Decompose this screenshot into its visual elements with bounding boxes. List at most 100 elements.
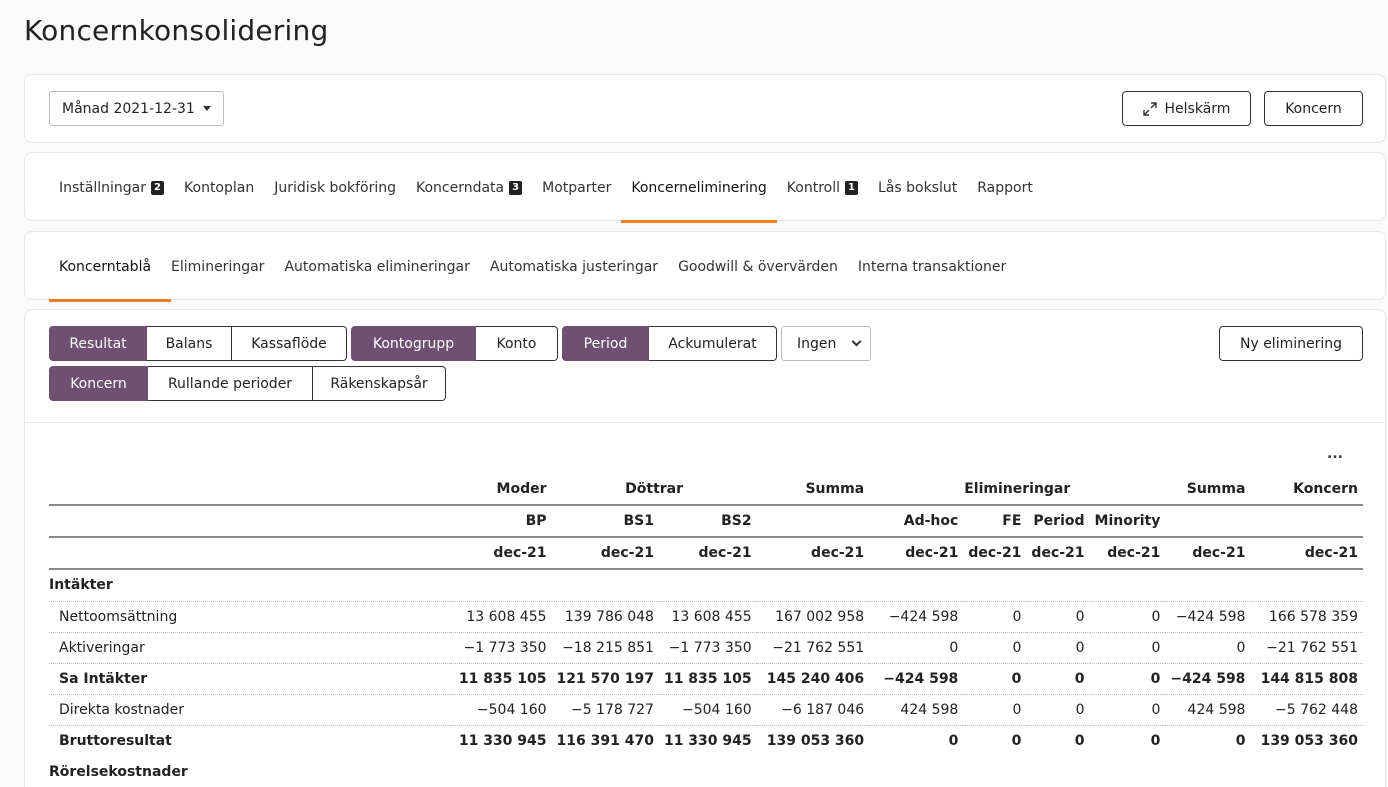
value-cell: 166 578 359 bbox=[1250, 600, 1363, 632]
value-cell: 0 bbox=[869, 724, 964, 756]
tab-kontoplan[interactable]: Kontoplan bbox=[174, 153, 264, 222]
value-cell: 0 bbox=[1026, 724, 1090, 756]
subtab-label: Elimineringar bbox=[171, 258, 265, 275]
column-header: dec-21 bbox=[449, 537, 552, 570]
value-cell: −5 762 448 bbox=[1250, 693, 1363, 725]
column-header bbox=[756, 505, 870, 538]
tab-motparter[interactable]: Motparter bbox=[532, 153, 621, 222]
value-cell: 0 bbox=[1026, 662, 1090, 694]
report-type-group: Resultat Balans Kassaflöde bbox=[49, 326, 347, 361]
tab-lås-bokslut[interactable]: Lås bokslut bbox=[868, 153, 967, 222]
scope-rullande-perioder[interactable]: Rullande perioder bbox=[148, 366, 313, 401]
new-elimination-button[interactable]: Ny eliminering bbox=[1219, 326, 1363, 361]
tab-label: Kontoplan bbox=[184, 179, 255, 196]
column-header: Döttrar bbox=[551, 473, 757, 506]
tab-koncerndata[interactable]: Koncerndata 3 bbox=[406, 153, 532, 222]
subtab-interna-transaktioner[interactable]: Interna transaktioner bbox=[848, 232, 1016, 301]
column-header: BP bbox=[449, 505, 552, 538]
value-cell: 116 391 470 bbox=[551, 724, 659, 756]
value-cell: 0 bbox=[1026, 600, 1090, 632]
caret-down-icon bbox=[202, 106, 211, 111]
row-label: Direkta kostnader bbox=[49, 693, 450, 725]
column-header: Elimineringar bbox=[869, 473, 1166, 506]
subtab-goodwill-övervärden[interactable]: Goodwill & övervärden bbox=[668, 232, 848, 301]
value-cell: 13 608 455 bbox=[449, 600, 552, 632]
value-cell: 121 570 197 bbox=[551, 662, 659, 694]
tab-label: Kontroll bbox=[786, 179, 840, 196]
value-cell: 13 608 455 bbox=[658, 600, 757, 632]
subtab-automatiska-justeringar[interactable]: Automatiska justeringar bbox=[480, 232, 668, 301]
value-cell: −424 598 bbox=[869, 662, 964, 694]
count-badge: 3 bbox=[509, 180, 523, 195]
value-cell: 0 bbox=[963, 693, 1027, 725]
subtab-label: Interna transaktioner bbox=[857, 258, 1007, 275]
value-cell: 0 bbox=[869, 631, 964, 663]
tab-rapport[interactable]: Rapport bbox=[967, 153, 1043, 222]
value-cell: 11 835 105 bbox=[449, 662, 552, 694]
column-header: dec-21 bbox=[756, 537, 870, 570]
column-header: dec-21 bbox=[658, 537, 757, 570]
comparison-select-value: Ingen bbox=[797, 335, 837, 352]
column-header bbox=[1250, 505, 1363, 538]
value-cell: 0 bbox=[963, 724, 1027, 756]
comparison-select[interactable]: Ingen bbox=[781, 326, 871, 361]
column-header: Koncern bbox=[1250, 473, 1363, 506]
tab-koncerneliminering[interactable]: Koncerneliminering bbox=[621, 153, 778, 223]
report-type-kassaflode[interactable]: Kassaflöde bbox=[232, 326, 347, 361]
value-cell: −18 215 851 bbox=[551, 631, 659, 663]
table-row[interactable]: Direkta kostnader −504 160 −5 178 727 −504 … bbox=[49, 693, 1363, 725]
table-row[interactable]: Aktiveringar −1 773 350 −18 215 851 −1 773 … bbox=[49, 631, 1363, 663]
grouping-konto[interactable]: Konto bbox=[476, 326, 558, 361]
value-cell: 11 835 105 bbox=[658, 662, 757, 694]
koncern-button[interactable]: Koncern bbox=[1264, 91, 1363, 126]
scope-group: Koncern Rullande perioder Räkenskapsår bbox=[49, 366, 446, 401]
fullscreen-button[interactable]: Helskärm bbox=[1122, 91, 1251, 126]
tab-juridisk-bokföring[interactable]: Juridisk bokföring bbox=[264, 153, 406, 222]
period-mode-ackumulerat[interactable]: Ackumulerat bbox=[649, 326, 777, 361]
subtab-elimineringar[interactable]: Elimineringar bbox=[161, 232, 274, 301]
tab-label: Lås bokslut bbox=[878, 179, 958, 196]
report-type-balans[interactable]: Balans bbox=[147, 326, 232, 361]
tab-inställningar[interactable]: Inställningar 2 bbox=[59, 153, 174, 222]
count-badge: 1 bbox=[845, 180, 858, 195]
page-title: Koncernkonsolidering bbox=[24, 14, 329, 47]
fullscreen-label: Helskärm bbox=[1164, 100, 1231, 117]
more-options-icon[interactable]: ... bbox=[1327, 446, 1343, 462]
value-cell: 0 bbox=[1089, 662, 1166, 694]
subtab-automatiska-elimineringar[interactable]: Automatiska elimineringar bbox=[274, 232, 479, 301]
scope-koncern[interactable]: Koncern bbox=[49, 366, 148, 401]
value-cell: 11 330 945 bbox=[658, 724, 757, 756]
scope-rakenskapsar[interactable]: Räkenskapsår bbox=[313, 366, 446, 401]
column-header: BS1 bbox=[551, 505, 659, 538]
table-row[interactable]: Nettoomsättning 13 608 455 139 786 048 13 6… bbox=[49, 600, 1363, 632]
period-select[interactable]: Månad 2021-12-31 bbox=[49, 91, 224, 126]
tab-label: Motparter bbox=[542, 179, 612, 196]
tab-label: Juridisk bokföring bbox=[274, 179, 396, 196]
value-cell: −21 762 551 bbox=[756, 631, 870, 663]
column-header: dec-21 bbox=[1026, 537, 1090, 570]
column-header: FE bbox=[963, 505, 1027, 538]
value-cell: 0 bbox=[963, 662, 1027, 694]
value-cell: −424 598 bbox=[1165, 662, 1251, 694]
value-cell: 424 598 bbox=[1165, 693, 1251, 725]
value-cell: −1 773 350 bbox=[449, 631, 552, 663]
column-header: dec-21 bbox=[963, 537, 1027, 570]
period-mode-period[interactable]: Period bbox=[562, 326, 649, 361]
value-cell: 0 bbox=[1026, 693, 1090, 725]
column-header: dec-21 bbox=[1165, 537, 1251, 570]
value-cell: 0 bbox=[1089, 724, 1166, 756]
new-elimination-label: Ny eliminering bbox=[1239, 335, 1343, 352]
value-cell: 11 330 945 bbox=[449, 724, 552, 756]
tab-kontroll[interactable]: Kontroll 1 bbox=[777, 153, 868, 222]
table-row[interactable]: Sa Intäkter 11 835 105 121 570 197 11 835 1… bbox=[49, 662, 1363, 694]
value-cell: 144 815 808 bbox=[1250, 662, 1363, 694]
table-row[interactable]: Bruttoresultat 11 330 945 116 391 470 11 33… bbox=[49, 724, 1363, 756]
subtab-label: Automatiska elimineringar bbox=[284, 258, 470, 275]
main-tabs: Inställningar 2 Kontoplan Juridisk bokförin… bbox=[59, 153, 1043, 223]
value-cell: 0 bbox=[1165, 724, 1251, 756]
value-cell: −504 160 bbox=[449, 693, 552, 725]
grouping-kontogrupp[interactable]: Kontogrupp bbox=[351, 326, 476, 361]
consolidation-panel: Resultat Balans Kassaflöde Kontogrupp Ko… bbox=[24, 309, 1386, 787]
subtab-koncerntablå[interactable]: Koncerntablå bbox=[48, 232, 172, 302]
report-type-resultat[interactable]: Resultat bbox=[49, 326, 147, 361]
